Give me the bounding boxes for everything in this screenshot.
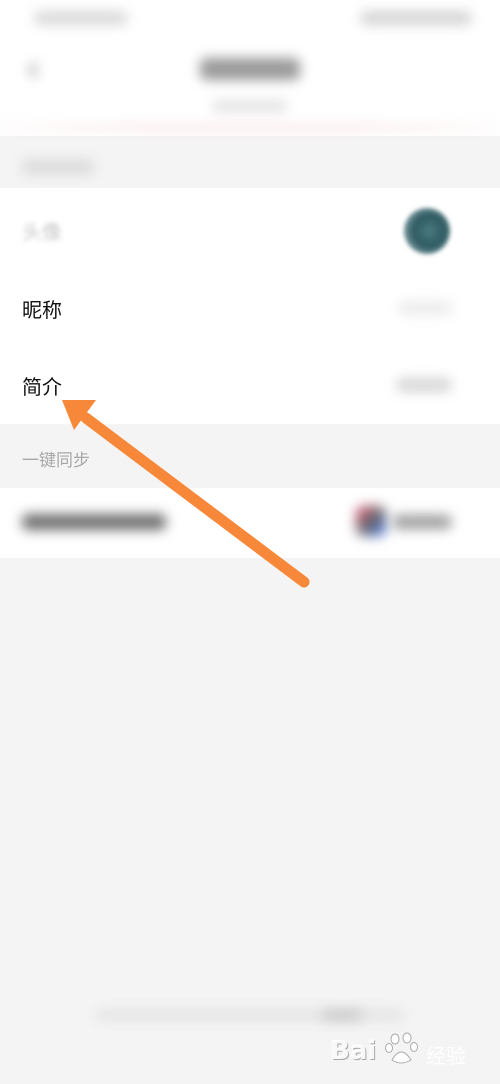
sync-row-label	[22, 514, 166, 530]
sync-section-header: 一键同步	[22, 451, 90, 471]
row-label-intro: 简介	[22, 375, 62, 399]
home-indicator-handle	[322, 1010, 362, 1020]
baidu-paw-icon	[385, 1032, 418, 1064]
page-title	[200, 58, 300, 80]
watermark-brand: Bai	[330, 1036, 377, 1066]
status-bar-indicators	[360, 11, 472, 25]
intro-value	[396, 378, 452, 392]
row-label-avatar: 头像	[22, 220, 62, 244]
back-arrow-icon[interactable]	[24, 60, 44, 80]
status-bar-carrier	[34, 11, 128, 25]
row-label-nickname: 昵称	[22, 298, 62, 322]
nav-bar	[0, 40, 500, 136]
sync-row-value	[392, 515, 452, 529]
nav-divider	[0, 126, 500, 129]
nickname-value	[398, 301, 452, 315]
page-subtitle	[212, 100, 288, 112]
avatar[interactable]	[404, 208, 450, 254]
watermark-suffix: 经验	[426, 1044, 466, 1068]
section-header-label	[22, 160, 94, 174]
sync-app-icon	[356, 506, 386, 536]
status-bar	[0, 0, 500, 40]
